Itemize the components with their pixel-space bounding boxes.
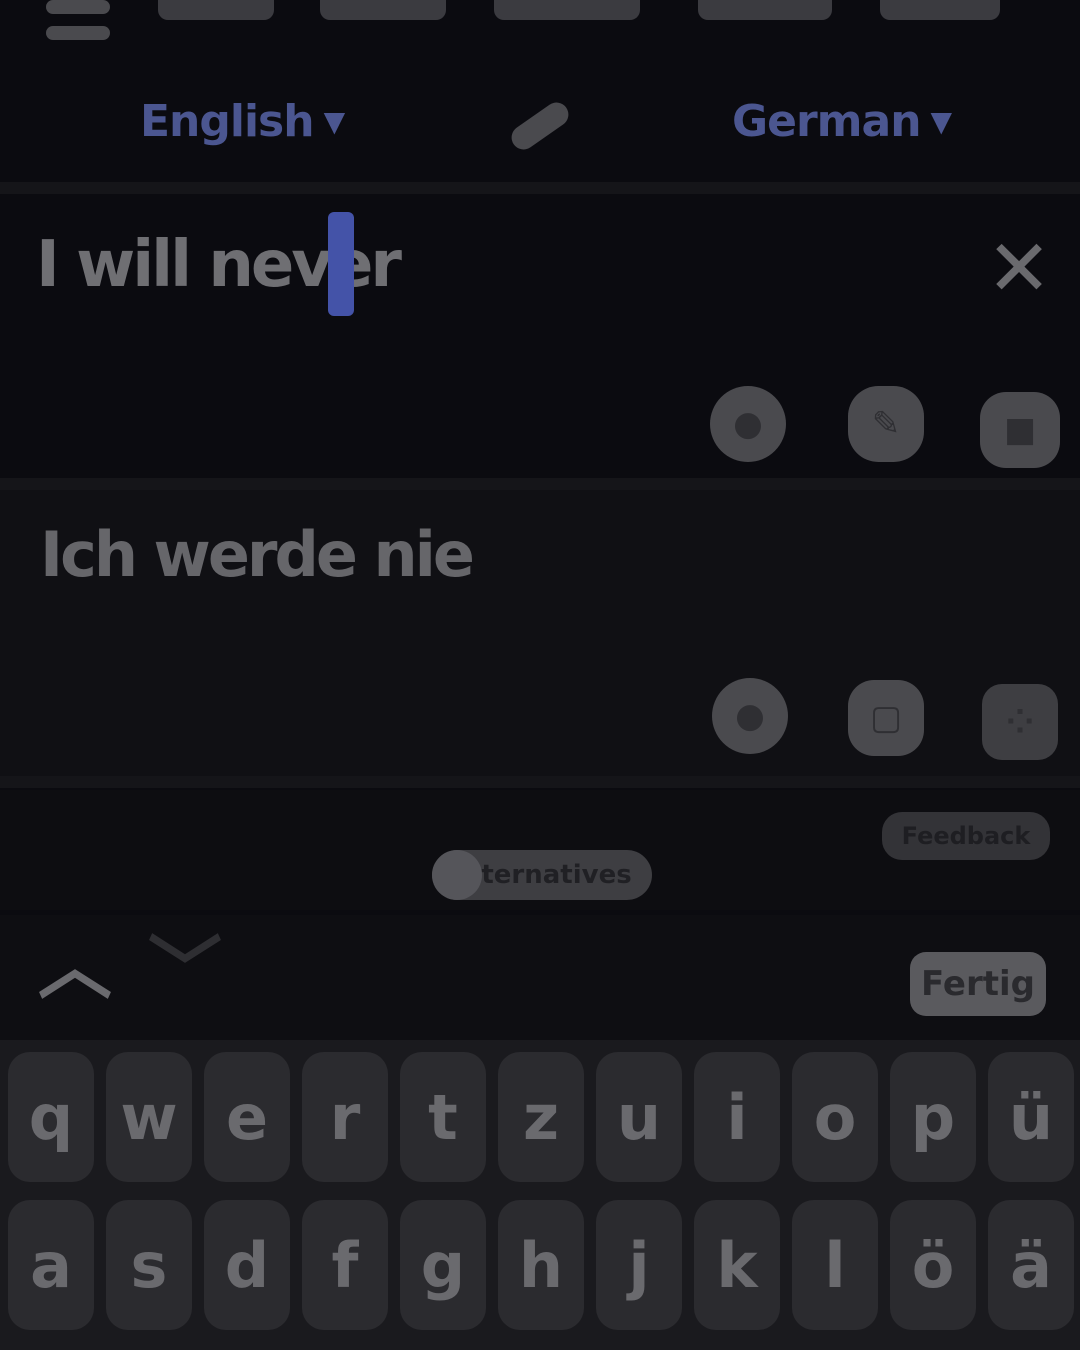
tab-stub[interactable] xyxy=(494,0,640,20)
done-button[interactable]: Fertig xyxy=(910,952,1046,1016)
tab-stub[interactable] xyxy=(320,0,446,20)
copy-glyph: ▢ xyxy=(869,698,903,738)
key-f[interactable]: f xyxy=(302,1200,388,1330)
alternatives-chip-dot xyxy=(432,850,482,900)
speaker-icon[interactable]: ● xyxy=(712,678,788,754)
text-cursor xyxy=(328,212,354,316)
translation-output: Ich werde nie xyxy=(40,518,475,591)
key-ö[interactable]: ö xyxy=(890,1200,976,1330)
key-p[interactable]: p xyxy=(890,1052,976,1182)
source-language-selector[interactable]: English ▼ xyxy=(140,96,346,147)
key-r[interactable]: r xyxy=(302,1052,388,1182)
camera-glyph: ■ xyxy=(1003,410,1037,450)
key-l[interactable]: l xyxy=(792,1200,878,1330)
divider xyxy=(0,182,1080,194)
handwriting-icon[interactable]: ✎ xyxy=(848,386,924,462)
divider xyxy=(0,478,1080,490)
tab-stub[interactable] xyxy=(880,0,1000,20)
close-icon[interactable]: ✕ xyxy=(984,230,1054,308)
key-s[interactable]: s xyxy=(106,1200,192,1330)
chevron-down-icon[interactable]: ﹀ xyxy=(148,934,222,1008)
microphone-icon[interactable]: ● xyxy=(710,386,786,462)
key-i[interactable]: i xyxy=(694,1052,780,1182)
target-language-selector[interactable]: German ▼ xyxy=(732,96,953,147)
chevron-down-icon: ▼ xyxy=(930,105,953,138)
feedback-button[interactable]: Feedback xyxy=(882,812,1050,860)
tab-stub[interactable] xyxy=(158,0,274,20)
divider xyxy=(0,776,1080,788)
key-h[interactable]: h xyxy=(498,1200,584,1330)
target-language-label: German xyxy=(732,96,922,147)
key-e[interactable]: e xyxy=(204,1052,290,1182)
speaker-glyph: ● xyxy=(735,696,765,736)
key-z[interactable]: z xyxy=(498,1052,584,1182)
more-options-glyph: ⁘ xyxy=(1005,702,1035,742)
chevron-up-icon[interactable]: ︿ xyxy=(38,930,112,1004)
top-strip xyxy=(0,0,1080,60)
key-ü[interactable]: ü xyxy=(988,1052,1074,1182)
hamburger-menu-icon[interactable] xyxy=(46,0,112,50)
key-w[interactable]: w xyxy=(106,1052,192,1182)
swap-arrows-icon[interactable] xyxy=(500,96,580,156)
key-d[interactable]: d xyxy=(204,1200,290,1330)
key-a[interactable]: a xyxy=(8,1200,94,1330)
copy-icon[interactable]: ▢ xyxy=(848,680,924,756)
key-g[interactable]: g xyxy=(400,1200,486,1330)
key-k[interactable]: k xyxy=(694,1200,780,1330)
chevron-down-icon: ▼ xyxy=(323,105,346,138)
key-ä[interactable]: ä xyxy=(988,1200,1074,1330)
key-o[interactable]: o xyxy=(792,1052,878,1182)
source-language-label: English xyxy=(140,96,315,147)
camera-icon[interactable]: ■ xyxy=(980,392,1060,468)
key-t[interactable]: t xyxy=(400,1052,486,1182)
key-u[interactable]: u xyxy=(596,1052,682,1182)
key-q[interactable]: q xyxy=(8,1052,94,1182)
handwriting-glyph: ✎ xyxy=(871,404,901,444)
key-j[interactable]: j xyxy=(596,1200,682,1330)
more-options-icon[interactable]: ⁘ xyxy=(982,684,1058,760)
tab-stub[interactable] xyxy=(698,0,832,20)
microphone-glyph: ● xyxy=(733,404,763,444)
